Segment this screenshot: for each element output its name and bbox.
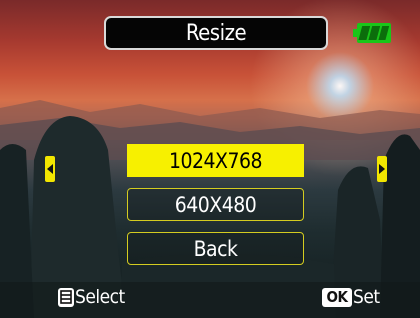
arrow-left-icon[interactable] (45, 156, 55, 182)
battery-full-icon (353, 23, 391, 43)
select-label: Select (75, 286, 125, 308)
set-label: Set (353, 286, 380, 308)
page-title: Resize (185, 20, 247, 46)
menu-item-label: Back (193, 236, 238, 261)
menu-item-1024x768[interactable]: 1024X768 (127, 144, 304, 177)
camera-screen: Resize 1024X768 640X480 Back Select OK S… (0, 0, 420, 318)
menu-item-640x480[interactable]: 640X480 (127, 188, 304, 221)
menu-item-label: 1024X768 (168, 148, 263, 173)
select-hint: Select (58, 286, 125, 308)
ok-key-icon: OK (322, 287, 352, 307)
arrow-right-icon[interactable] (377, 156, 387, 182)
set-hint: OK Set (322, 286, 380, 308)
menu-item-label: 640X480 (174, 192, 257, 217)
menu-key-icon (58, 287, 74, 307)
title-bar: Resize (104, 16, 328, 50)
menu-item-back[interactable]: Back (127, 232, 304, 265)
